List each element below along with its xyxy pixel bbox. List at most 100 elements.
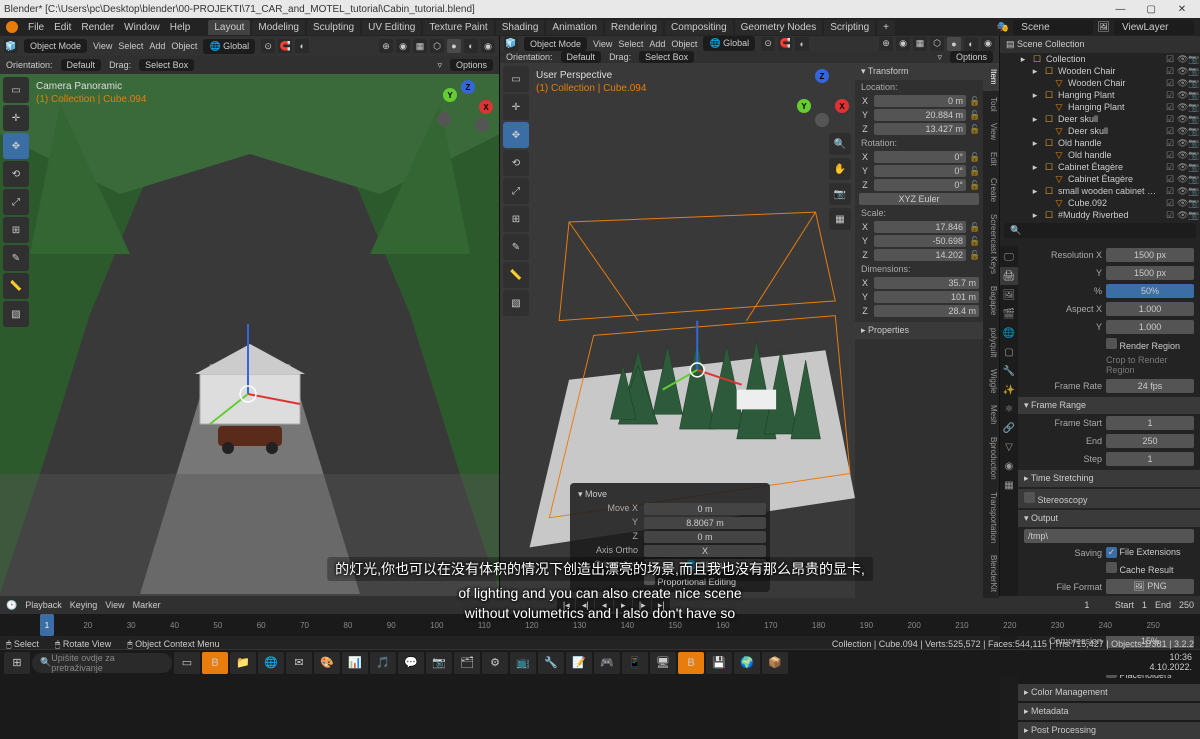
rot-x[interactable]: 0° (874, 151, 966, 163)
outliner-row[interactable]: ▸☐Collection☑👁📷 (1000, 53, 1200, 65)
app-icon[interactable]: 🌍 (734, 652, 760, 674)
outliner-row[interactable]: ▸☐small wooden cabinet with drawers☑👁📷 (1000, 185, 1200, 197)
axis-ortho[interactable]: X (644, 545, 766, 557)
app-icon[interactable]: B (678, 652, 704, 674)
shade-solid-icon[interactable]: ● (447, 39, 461, 53)
move-z-value[interactable]: 0 m (644, 531, 766, 543)
app-icon[interactable]: 🌐 (258, 652, 284, 674)
scl-x[interactable]: 17.846 (874, 221, 966, 233)
menu-view[interactable]: View (93, 41, 112, 51)
filter-icon[interactable]: ▿ (437, 60, 442, 71)
tl-marker[interactable]: Marker (133, 600, 161, 610)
ntab[interactable]: Create (983, 172, 999, 208)
outliner-row[interactable]: ▽Deer skull☑👁📷 (1000, 125, 1200, 137)
section-output[interactable]: ▾ Output (1018, 510, 1200, 527)
frame-step[interactable]: 1 (1106, 452, 1194, 466)
workspace-tab[interactable]: Sculpting (307, 20, 360, 35)
render-region-checkbox[interactable] (1106, 338, 1117, 349)
ntab[interactable]: Edit (983, 146, 999, 172)
menu-edit[interactable]: Edit (54, 22, 71, 33)
loc-y[interactable]: 20.884 m (874, 109, 966, 121)
viewport-canvas-left[interactable] (0, 74, 499, 596)
menu-add[interactable]: Add (149, 41, 165, 51)
frame-end[interactable]: 250 (1106, 434, 1194, 448)
file-ext-checkbox[interactable]: ✓ (1106, 547, 1117, 558)
ntab[interactable]: BlenderKit (983, 549, 999, 598)
cache-checkbox[interactable] (1106, 562, 1117, 573)
ntab[interactable]: Bproduction (983, 431, 999, 486)
nav-gizmo[interactable]: X Y Z (437, 80, 493, 136)
lock-icon[interactable]: 🔓 (969, 222, 979, 233)
output-path[interactable]: /tmp\ (1024, 529, 1194, 543)
menu-object[interactable]: Object (671, 39, 697, 49)
ntab[interactable]: Mesh (983, 399, 999, 431)
shade-matprev-icon[interactable]: ◐ (464, 39, 478, 53)
app-icon[interactable]: 📦 (762, 652, 788, 674)
camera-icon[interactable]: 📷 (829, 183, 851, 205)
drag-value[interactable]: Select Box (139, 59, 194, 71)
n-panel-properties[interactable]: Properties (868, 325, 909, 335)
ptab-material-icon[interactable]: ◉ (1000, 457, 1018, 475)
xray-icon[interactable]: ▦ (913, 37, 927, 51)
outliner-row[interactable]: ▽Cube.092☑👁📷 (1000, 197, 1200, 209)
tool-annotate[interactable]: ✎ (3, 245, 29, 271)
res-pct[interactable]: 50% (1106, 284, 1194, 298)
timeline-editor-icon[interactable]: 🕒 (6, 600, 17, 611)
app-icon[interactable]: B (202, 652, 228, 674)
lock-icon[interactable]: 🔓 (969, 124, 979, 135)
ntab[interactable]: Screencast Keys (983, 208, 999, 280)
start-button[interactable]: ⊞ (4, 652, 30, 674)
gizmo-icon[interactable]: ⊕ (379, 39, 393, 53)
orientation-dropdown[interactable]: 🌐 Global (703, 36, 755, 51)
lock-icon[interactable]: 🔓 (969, 236, 979, 247)
viewport-left[interactable]: ▭ ✛ ✥ ⟲ ⤢ ⊞ ✎ 📏 ▧ Camera Panoramic (1) C… (0, 74, 499, 596)
lock-icon[interactable]: 🔓 (969, 96, 979, 107)
tool-transform[interactable]: ⊞ (503, 206, 529, 232)
tool-addcube[interactable]: ▧ (3, 301, 29, 327)
workspace-tab[interactable]: Texture Paint (423, 20, 493, 35)
ptab-data-icon[interactable]: ▽ (1000, 438, 1018, 456)
app-icon[interactable]: 🎮 (594, 652, 620, 674)
app-icon[interactable]: 📊 (342, 652, 368, 674)
viewport-right[interactable]: ▭ ✛ ✥ ⟲ ⤢ ⊞ ✎ 📏 ▧ User Perspective (1) C… (500, 63, 999, 598)
proportional-icon[interactable]: ◐ (795, 37, 809, 51)
editor-type-icon[interactable]: 🧊 (504, 37, 518, 51)
loc-x[interactable]: 0 m (874, 95, 966, 107)
drag-value[interactable]: Select Box (639, 51, 694, 63)
app-icon[interactable]: 💾 (706, 652, 732, 674)
section-metadata[interactable]: ▸ Metadata (1018, 703, 1200, 720)
workspace-tab[interactable]: Geometry Nodes (735, 20, 823, 35)
app-icon[interactable]: ⚙ (482, 652, 508, 674)
outliner-search[interactable]: 🔍 (1004, 223, 1196, 238)
shade-matprev-icon[interactable]: ◐ (964, 37, 978, 51)
outliner-row[interactable]: ▽Wooden Chair☑👁📷 (1000, 77, 1200, 89)
options-button[interactable]: Options (450, 59, 493, 71)
shade-wire-icon[interactable]: ⬡ (930, 37, 944, 51)
lock-icon[interactable]: 🔓 (969, 180, 979, 191)
app-icon[interactable]: 📺 (510, 652, 536, 674)
shade-solid-icon[interactable]: ● (947, 37, 961, 51)
tool-move[interactable]: ✥ (503, 122, 529, 148)
scl-y[interactable]: -50.698 (874, 235, 966, 247)
outliner-row[interactable]: ▸☐Wooden Chair☑👁📷 (1000, 65, 1200, 77)
tl-keying[interactable]: Keying (70, 600, 98, 610)
tool-measure[interactable]: 📏 (503, 262, 529, 288)
ptab-constraint-icon[interactable]: 🔗 (1000, 419, 1018, 437)
taskview-icon[interactable]: ▭ (174, 652, 200, 674)
tool-cursor[interactable]: ✛ (3, 105, 29, 131)
workspace-add[interactable]: + (877, 20, 895, 35)
shade-render-icon[interactable]: ◉ (481, 39, 495, 53)
tool-rotate[interactable]: ⟲ (3, 161, 29, 187)
nav-gizmo[interactable]: X Y Z (793, 69, 849, 125)
workspace-tab[interactable]: Compositing (665, 20, 733, 35)
workspace-tab[interactable]: Animation (546, 20, 602, 35)
app-icon[interactable]: 🎨 (314, 652, 340, 674)
menu-select[interactable]: Select (618, 39, 643, 49)
ptab-world-icon[interactable]: 🌐 (1000, 324, 1018, 342)
tool-measure[interactable]: 📏 (3, 273, 29, 299)
proportional-icon[interactable]: ◐ (295, 39, 309, 53)
rot-z[interactable]: 0° (874, 179, 966, 191)
taskbar-search[interactable]: 🔍 Upišite ovdje za pretraživanje (32, 653, 172, 673)
outliner-row[interactable]: ▸☐Deer skull☑👁📷 (1000, 113, 1200, 125)
pivot-icon[interactable]: ⊙ (261, 39, 275, 53)
